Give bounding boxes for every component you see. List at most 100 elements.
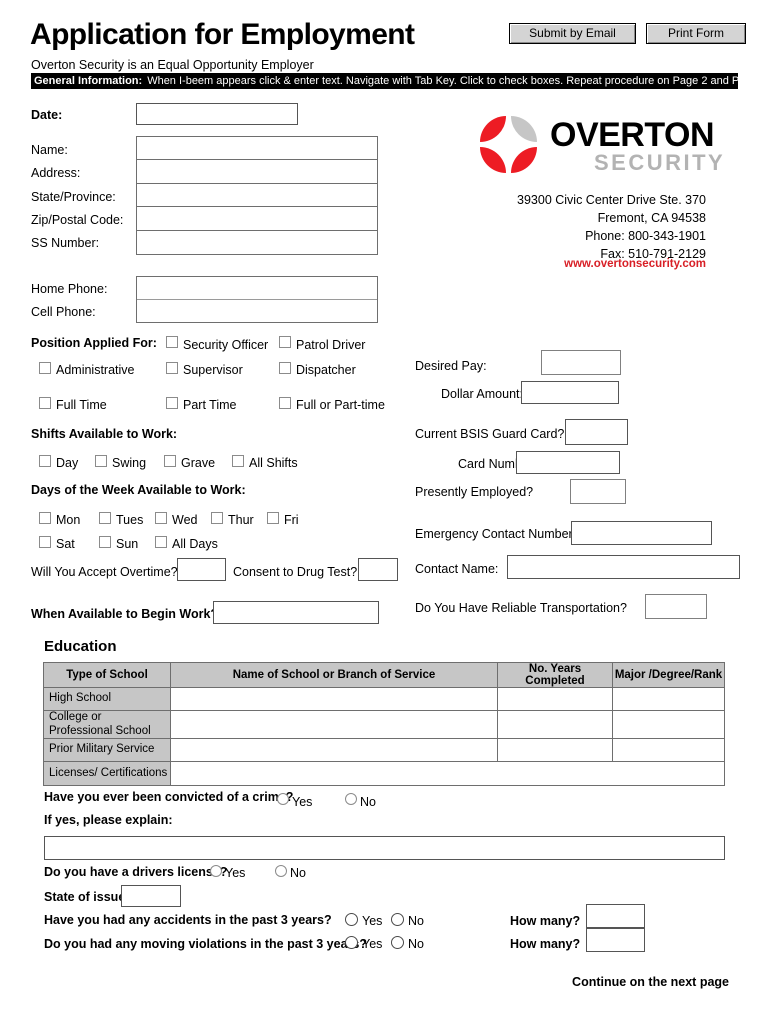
overtime-input[interactable]: [177, 558, 226, 581]
state-of-issue-input[interactable]: [121, 885, 181, 907]
overton-pinwheel-logo-icon: [478, 114, 540, 176]
education-row-label-college: College or Professional School: [43, 710, 171, 739]
checkbox-label-security-officer: Security Officer: [183, 338, 269, 352]
checkbox-day-sat[interactable]: [39, 536, 51, 548]
education-row-label-licenses: Licenses/ Certifications: [43, 761, 171, 786]
checkbox-day-wed[interactable]: [155, 512, 167, 524]
checkbox-day-sun[interactable]: [99, 536, 111, 548]
bsis-guard-card-label: Current BSIS Guard Card?: [415, 427, 565, 441]
home-phone-input[interactable]: [137, 277, 377, 300]
checkbox-administrative[interactable]: [39, 362, 51, 374]
radio-license-yes[interactable]: [210, 865, 222, 877]
radio-accidents-no[interactable]: [391, 913, 404, 926]
begin-work-input[interactable]: [213, 601, 379, 624]
drivers-license-label: Do you have a drivers license?: [44, 865, 228, 879]
company-address-street: 39300 Civic Center Drive Ste. 370: [517, 193, 706, 207]
state-province-input[interactable]: [137, 183, 377, 208]
drug-test-input[interactable]: [358, 558, 398, 581]
radio-label-violations-no: No: [408, 937, 424, 951]
education-input-licenses[interactable]: [170, 761, 725, 786]
bsis-guard-card-input[interactable]: [565, 419, 628, 445]
company-website-link[interactable]: www.overtonsecurity.com: [564, 258, 706, 271]
education-input-major-college[interactable]: [612, 710, 725, 739]
ss-number-input[interactable]: [137, 230, 377, 254]
reliable-transportation-input[interactable]: [645, 594, 707, 619]
convicted-question-label: Have you ever been convicted of a crime?: [44, 790, 294, 804]
contact-name-input[interactable]: [507, 555, 740, 579]
date-input[interactable]: [136, 103, 298, 125]
contact-name-label: Contact Name:: [415, 562, 499, 576]
checkbox-day-mon[interactable]: [39, 512, 51, 524]
checkbox-day-thur[interactable]: [211, 512, 223, 524]
logo-petal-top-left-icon: [480, 116, 506, 142]
education-input-years-military[interactable]: [497, 738, 613, 762]
checkbox-full-time[interactable]: [39, 397, 51, 409]
applicant-phone-field-stack: [136, 276, 378, 323]
education-col-name: Name of School or Branch of Service: [170, 662, 498, 688]
form-header: Application for Employment Overton Secur…: [0, 0, 770, 92]
violations-howmany-input[interactable]: [586, 928, 645, 952]
checkbox-supervisor[interactable]: [166, 362, 178, 374]
dollar-amount-input[interactable]: [521, 381, 619, 404]
company-name-secondary: SECURITY: [594, 150, 726, 175]
desired-pay-label: Desired Pay:: [415, 359, 487, 373]
education-input-major-high-school[interactable]: [612, 687, 725, 711]
checkbox-label-dispatcher: Dispatcher: [296, 363, 356, 377]
radio-label-accidents-no: No: [408, 914, 424, 928]
explain-input[interactable]: [44, 836, 725, 860]
continue-next-page-note: Continue on the next page: [572, 975, 729, 989]
address-label: Address:: [31, 166, 81, 180]
cell-phone-input[interactable]: [137, 299, 377, 322]
emergency-contact-input[interactable]: [571, 521, 712, 545]
checkbox-dispatcher[interactable]: [279, 362, 291, 374]
checkbox-full-or-part-time[interactable]: [279, 397, 291, 409]
radio-violations-no[interactable]: [391, 936, 404, 949]
education-input-name-military[interactable]: [170, 738, 498, 762]
education-input-name-high-school[interactable]: [170, 687, 498, 711]
address-input[interactable]: [137, 160, 377, 184]
education-input-years-college[interactable]: [497, 710, 613, 739]
education-input-major-military[interactable]: [612, 738, 725, 762]
radio-accidents-yes[interactable]: [345, 913, 358, 926]
checkbox-label-part-time: Part Time: [183, 398, 237, 412]
education-input-years-high-school[interactable]: [497, 687, 613, 711]
checkbox-shift-day[interactable]: [39, 455, 51, 467]
card-number-input[interactable]: [516, 451, 620, 474]
checkbox-part-time[interactable]: [166, 397, 178, 409]
print-form-button[interactable]: Print Form: [646, 23, 746, 44]
zip-postal-code-input[interactable]: [137, 207, 377, 231]
accidents-howmany-input[interactable]: [586, 904, 645, 928]
radio-convicted-yes[interactable]: [277, 793, 289, 805]
education-row-label-high-school: High School: [43, 687, 171, 711]
presently-employed-input[interactable]: [570, 479, 626, 504]
education-input-name-college[interactable]: [170, 710, 498, 739]
position-applied-for-heading: Position Applied For:: [31, 336, 157, 350]
checkbox-patrol-driver[interactable]: [279, 336, 291, 348]
radio-label-accidents-yes: Yes: [362, 914, 383, 928]
radio-label-convicted-no: No: [360, 795, 376, 809]
submit-by-email-button[interactable]: Submit by Email: [509, 23, 636, 44]
checkbox-shift-grave[interactable]: [164, 455, 176, 467]
radio-violations-yes[interactable]: [345, 936, 358, 949]
checkbox-day-fri[interactable]: [267, 512, 279, 524]
checkbox-day-all[interactable]: [155, 536, 167, 548]
checkbox-security-officer[interactable]: [166, 336, 178, 348]
checkbox-shift-swing[interactable]: [95, 455, 107, 467]
radio-license-no[interactable]: [275, 865, 287, 877]
company-address-city: Fremont, CA 94538: [597, 211, 706, 225]
checkbox-label-supervisor: Supervisor: [183, 363, 243, 377]
name-input[interactable]: [137, 137, 377, 161]
desired-pay-input[interactable]: [541, 350, 621, 375]
checkbox-label-shift-all: All Shifts: [249, 456, 298, 470]
checkbox-day-tues[interactable]: [99, 512, 111, 524]
emergency-contact-label: Emergency Contact Number:: [415, 527, 577, 541]
home-phone-label: Home Phone:: [31, 282, 108, 296]
checkbox-label-day-tues: Tues: [116, 513, 144, 527]
radio-convicted-no[interactable]: [345, 793, 357, 805]
checkbox-shift-all[interactable]: [232, 455, 244, 467]
state-of-issue-label: State of issue:: [44, 890, 130, 904]
checkbox-label-day-mon: Mon: [56, 513, 81, 527]
name-label: Name:: [31, 143, 68, 157]
education-table: Type of School Name of School or Branch …: [43, 662, 725, 786]
logo-petal-bottom-right-icon: [511, 147, 537, 173]
